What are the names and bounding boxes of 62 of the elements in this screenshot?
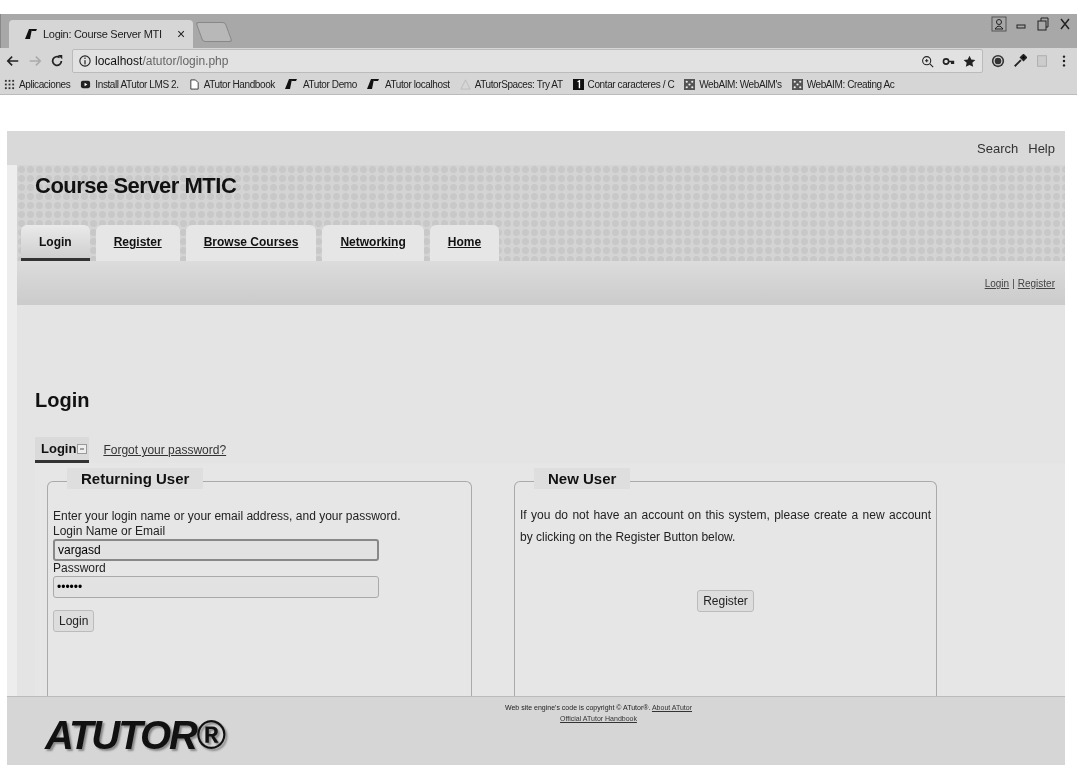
tab-title: Login: Course Server MTI (43, 28, 162, 40)
play-icon (80, 78, 92, 90)
tab-label: Login (41, 441, 77, 456)
address-bar[interactable]: localhost/atutor/login.php (72, 49, 983, 73)
link-separator: | (1012, 277, 1015, 289)
forgot-password-link[interactable]: Forgot your password? (103, 443, 227, 457)
page-icon (188, 78, 200, 90)
password-field[interactable]: •••••• (53, 576, 379, 598)
page-heading: Login (35, 389, 91, 413)
star-icon[interactable] (963, 54, 976, 68)
info-icon (79, 55, 91, 67)
close-tab-button[interactable]: × (177, 26, 185, 42)
site-title: Course Server MTIC (34, 172, 238, 199)
bookmark-label: WebAIM: WebAIM's (699, 78, 782, 90)
restore-icon[interactable] (1035, 16, 1051, 32)
logo-icon (25, 29, 37, 39)
field-label: Login Name or Email (53, 524, 167, 539)
apps-icon (4, 78, 15, 90)
bookmark[interactable]: ATutor localhost (366, 78, 450, 90)
field-label: Password (53, 561, 107, 576)
reload-icon[interactable] (50, 54, 64, 68)
bookmark-label: ATutor Handbook (203, 78, 275, 90)
logo-icon (366, 79, 379, 89)
top-link[interactable]: Search (977, 140, 1019, 156)
bookmark-label: ATutor localhost (384, 78, 450, 90)
profile-icon[interactable] (991, 16, 1007, 32)
browser-tab[interactable]: Login: Course Server MTI × (9, 20, 193, 48)
extension-icon[interactable] (991, 54, 1005, 68)
top-link[interactable]: Help (1028, 140, 1055, 156)
close-icon[interactable] (1057, 16, 1073, 32)
login-button[interactable]: Login (53, 610, 95, 632)
nav-tab[interactable]: Login (21, 225, 90, 261)
box-legend: Returning User (67, 468, 204, 489)
eyedropper-icon[interactable] (1013, 54, 1027, 68)
user-link[interactable]: Login (984, 277, 1010, 289)
bookmark-label: Aplicaciones (19, 78, 71, 90)
box-legend: New User (534, 468, 631, 489)
triangle-icon (459, 78, 471, 90)
logo-icon (284, 79, 297, 89)
nav-tab[interactable]: Home (429, 225, 500, 261)
dots-icon (791, 78, 803, 90)
nav-tab[interactable]: Browse Courses (185, 225, 317, 261)
login-name-field[interactable]: vargasd (53, 539, 379, 561)
instructions: Enter your login name or your email address, and your password. (53, 508, 402, 524)
bookmark[interactable]: WebAIM: WebAIM's (684, 78, 782, 90)
instructions: If you do not have an account on this system, please create a new account by clicking on the Register Button below. (520, 507, 931, 546)
back-icon[interactable] (6, 54, 20, 68)
bookmark[interactable]: Aplicaciones (4, 78, 71, 90)
nav-tab[interactable]: Networking (322, 225, 424, 261)
dots-icon (684, 78, 696, 90)
bookmark[interactable]: Install ATutor LMS 2. (80, 78, 179, 90)
register-button[interactable]: Register (697, 590, 754, 612)
user-link[interactable]: Register (1017, 277, 1055, 289)
zoom-icon[interactable] (921, 54, 934, 68)
bookmark[interactable]: ATutor Demo (284, 78, 357, 90)
bookmark-label: ATutor Demo (302, 78, 357, 90)
atutor-logo: ATUTOR® (43, 712, 226, 759)
bookmark-label: Install ATutor LMS 2. (95, 78, 179, 90)
bookmark[interactable]: ATutor Handbook (188, 78, 275, 90)
number-icon (572, 78, 584, 90)
login-tab[interactable]: Login (35, 437, 90, 463)
nav-tab[interactable]: Register (95, 225, 180, 261)
